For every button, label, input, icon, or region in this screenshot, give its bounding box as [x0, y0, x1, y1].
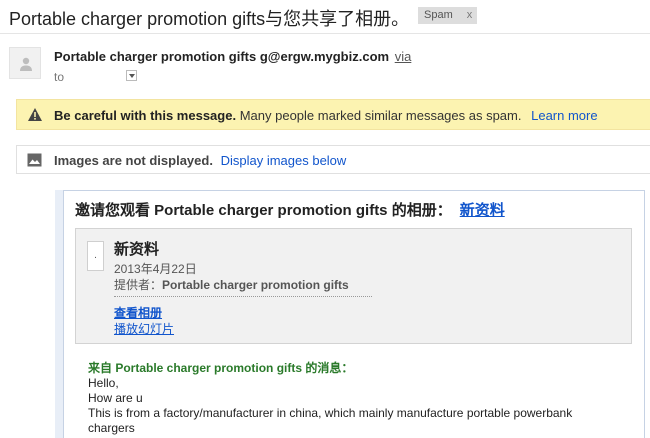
spam-label-text: Spam: [424, 9, 453, 21]
view-album-link[interactable]: 查看相册: [114, 304, 162, 321]
message-from-label: 来自 Portable charger promotion gifts 的消息：: [88, 361, 354, 375]
learn-more-link[interactable]: Learn more: [531, 108, 597, 123]
album-provider: 提供者：Portable charger promotion gifts: [114, 276, 372, 297]
album-invite-heading: 邀请您观看 Portable charger promotion gifts 的…: [75, 199, 505, 220]
body-line: How are u: [88, 391, 143, 405]
subject-bar: Portable charger promotion gifts与您共享了相册。…: [0, 0, 650, 34]
avatar[interactable]: [9, 47, 41, 79]
sender-line: Portable charger promotion gifts g@ergw.…: [54, 49, 411, 64]
email-subject: Portable charger promotion gifts与您共享了相册。: [9, 9, 410, 29]
invite-text: 邀请您观看 Portable charger promotion gifts 的…: [75, 202, 452, 219]
image-icon: [27, 153, 42, 167]
slideshow-link[interactable]: 播放幻灯片: [114, 320, 174, 337]
warning-text: Be careful with this message. Many peopl…: [54, 108, 598, 123]
spam-warning-banner: Be careful with this message. Many peopl…: [16, 99, 650, 130]
spam-label[interactable]: Spam x: [418, 7, 478, 24]
warning-triangle-icon: [28, 108, 42, 121]
via-link[interactable]: via: [395, 49, 412, 64]
person-icon: [20, 57, 32, 71]
images-hidden-notice: Images are not displayed. Display images…: [16, 145, 650, 174]
provider-prefix: 提供者：: [114, 278, 163, 292]
album-title: 新资料: [114, 241, 160, 258]
album-title-link[interactable]: 新资料: [460, 202, 505, 219]
display-images-link[interactable]: Display images below: [221, 153, 347, 168]
images-notice-bold: Images are not displayed.: [54, 153, 213, 168]
sender-name[interactable]: Portable charger promotion gifts g@ergw.…: [54, 49, 389, 64]
message-body-text: Hello, How are u This is from a factory/…: [88, 376, 608, 436]
provider-name: Portable charger promotion gifts: [162, 278, 349, 292]
recipient-to-label: to: [54, 70, 65, 84]
show-details-chevron-down-icon[interactable]: [126, 70, 137, 81]
album-date: 2013年4月22日: [114, 262, 197, 276]
warning-bold-text: Be careful with this message.: [54, 108, 237, 123]
body-line: chargers: [88, 421, 135, 435]
body-line: This is from a factory/manufacturer in c…: [88, 406, 573, 420]
body-line: Hello,: [88, 376, 119, 390]
warning-detail-text: Many people marked similar messages as s…: [239, 108, 522, 123]
album-card: . 新资料 2013年4月22日 提供者：Portable charger pr…: [75, 228, 632, 344]
remove-label-close-icon[interactable]: x: [467, 9, 473, 21]
images-notice-text: Images are not displayed. Display images…: [54, 153, 346, 168]
album-thumbnail[interactable]: .: [87, 241, 104, 271]
